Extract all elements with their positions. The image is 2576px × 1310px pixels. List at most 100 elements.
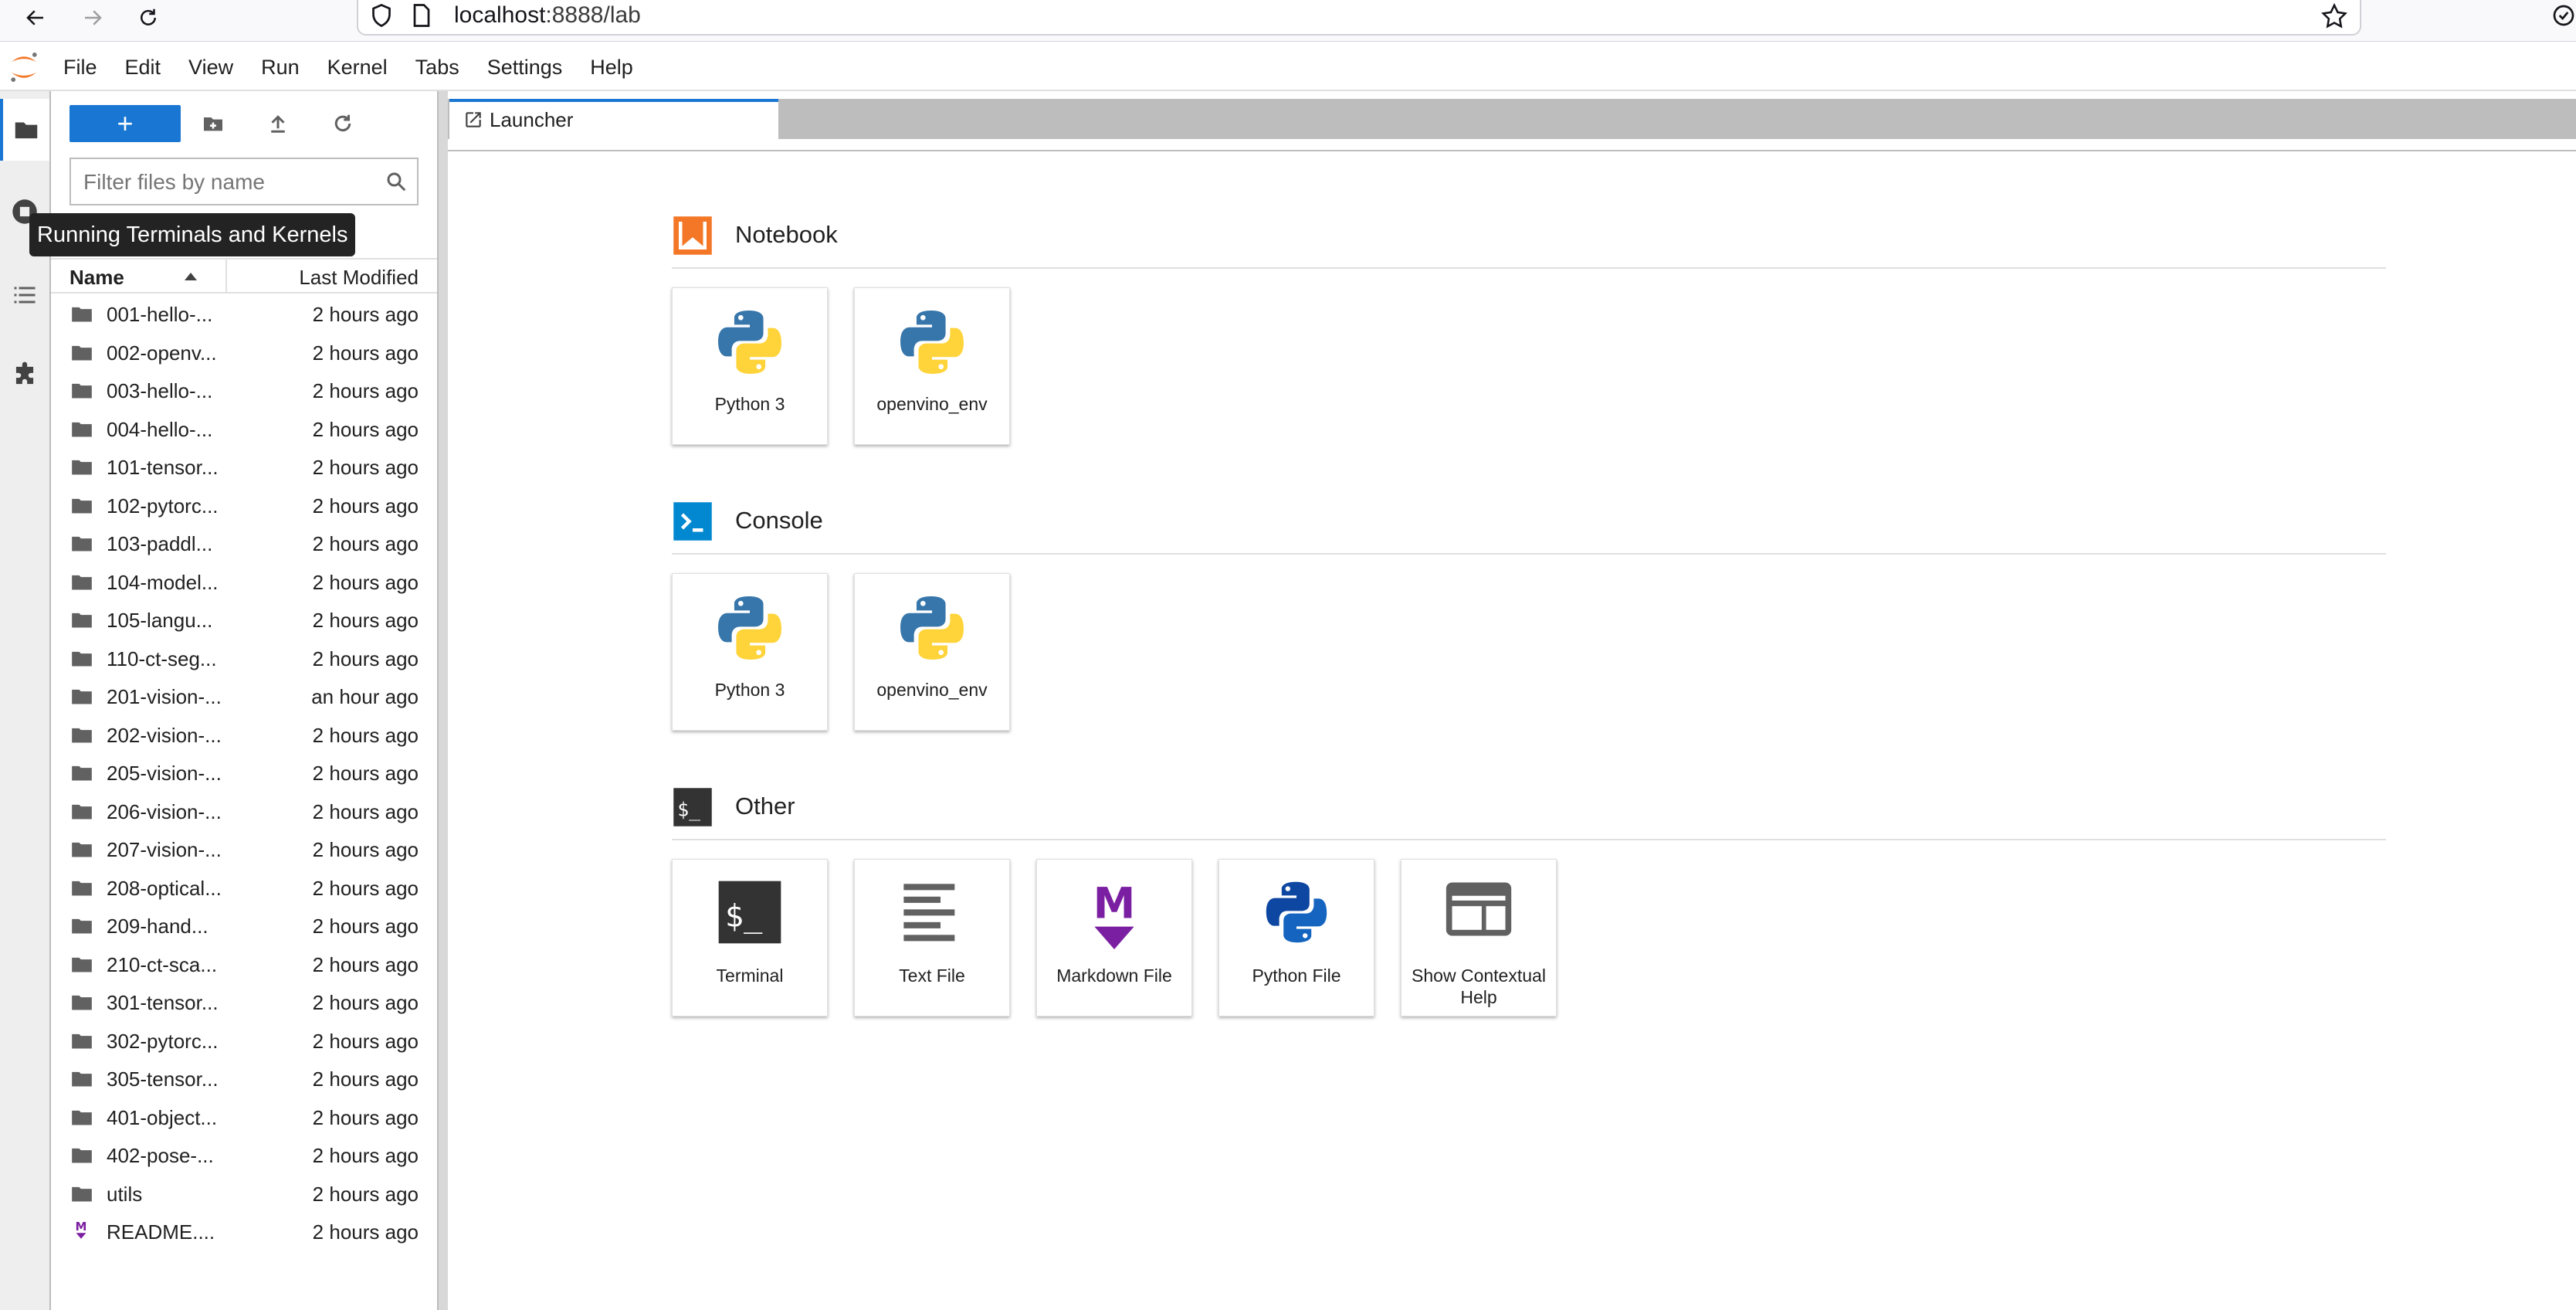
file-last-modified: 2 hours ago xyxy=(312,1182,419,1206)
notebook-openvino-card[interactable]: openvino_env xyxy=(854,287,1010,445)
card-label: Markdown File xyxy=(1056,966,1172,986)
file-row[interactable]: 101-tensor... 2 hours ago xyxy=(51,448,437,487)
forward-button[interactable] xyxy=(68,0,117,36)
file-row[interactable]: 105-langu... 2 hours ago xyxy=(51,601,437,640)
menu-tabs[interactable]: Tabs xyxy=(402,56,473,80)
file-row[interactable]: 201-vision-... an hour ago xyxy=(51,677,437,716)
new-folder-button[interactable] xyxy=(192,107,235,141)
file-browser-tab[interactable] xyxy=(0,99,49,161)
file-row[interactable]: 110-ct-seg... 2 hours ago xyxy=(51,640,437,678)
file-row[interactable]: 207-vision-... 2 hours ago xyxy=(51,830,437,869)
file-row[interactable]: 401-object... 2 hours ago xyxy=(51,1098,437,1137)
file-row[interactable]: 202-vision-... 2 hours ago xyxy=(51,716,437,755)
upload-button[interactable] xyxy=(256,107,300,141)
file-name: 207-vision-... xyxy=(107,838,222,861)
menu-help[interactable]: Help xyxy=(576,56,647,80)
file-row[interactable]: 302-pytorc... 2 hours ago xyxy=(51,1022,437,1061)
svg-text:M: M xyxy=(1093,879,1136,928)
file-row[interactable]: 208-optical... 2 hours ago xyxy=(51,869,437,908)
jupyter-logo-icon[interactable] xyxy=(6,49,42,85)
file-row[interactable]: 003-hello-... 2 hours ago xyxy=(51,372,437,410)
url-text[interactable]: localhost:8888/lab xyxy=(454,2,641,29)
bookmark-star-icon[interactable] xyxy=(2320,2,2349,31)
tab-launcher[interactable]: Launcher xyxy=(449,99,778,141)
filter-files-field xyxy=(69,158,419,205)
extension-icon[interactable] xyxy=(2551,3,2576,28)
file-row[interactable]: 001-hello-... 2 hours ago xyxy=(51,295,437,334)
reload-button[interactable] xyxy=(124,0,173,36)
file-name: README.... xyxy=(107,1220,215,1244)
menu-file[interactable]: File xyxy=(49,56,111,80)
terminal-icon: $_ xyxy=(716,878,784,946)
menu-run[interactable]: Run xyxy=(247,56,314,80)
file-row[interactable]: 103-paddl... 2 hours ago xyxy=(51,524,437,563)
file-row[interactable]: 206-vision-... 2 hours ago xyxy=(51,792,437,831)
file-row[interactable]: 305-tensor... 2 hours ago xyxy=(51,1060,437,1098)
page-info-icon[interactable] xyxy=(408,2,436,29)
file-name: 205-vision-... xyxy=(107,762,222,785)
text-file-card[interactable]: Text File xyxy=(854,859,1010,1016)
table-of-contents-tab[interactable] xyxy=(0,264,49,326)
tab-divider xyxy=(448,150,2576,151)
notebook-python3-card[interactable]: Python 3 xyxy=(672,287,828,445)
url-host: localhost xyxy=(454,2,546,28)
file-row[interactable]: 102-pytorc... 2 hours ago xyxy=(51,487,437,525)
menu-kernel[interactable]: Kernel xyxy=(314,56,402,80)
file-row[interactable]: 301-tensor... 2 hours ago xyxy=(51,983,437,1022)
contextual-help-card[interactable]: Show Contextual Help xyxy=(1401,859,1557,1016)
file-row[interactable]: 210-ct-sca... 2 hours ago xyxy=(51,945,437,984)
file-row[interactable]: 209-hand... 2 hours ago xyxy=(51,907,437,945)
launcher-section-console: Console Python 3 openvino_env xyxy=(672,499,2386,731)
file-row[interactable]: 402-pose-... 2 hours ago xyxy=(51,1136,437,1175)
markdown-icon: M xyxy=(1080,878,1148,952)
file-last-modified: 2 hours ago xyxy=(312,876,419,900)
folder-icon xyxy=(71,381,93,399)
file-last-modified: 2 hours ago xyxy=(312,1067,419,1091)
sort-ascending-icon[interactable] xyxy=(184,272,198,281)
sidebar-resize-handle[interactable] xyxy=(437,91,448,1310)
menu-settings[interactable]: Settings xyxy=(473,56,577,80)
console-openvino-card[interactable]: openvino_env xyxy=(854,573,1010,731)
folder-icon xyxy=(71,916,93,935)
file-row[interactable]: M README.... 2 hours ago xyxy=(51,1213,437,1251)
markdown-file-card[interactable]: M Markdown File xyxy=(1036,859,1192,1016)
folder-icon xyxy=(71,534,93,552)
folder-icon xyxy=(71,457,93,476)
file-row[interactable]: 002-openv... 2 hours ago xyxy=(51,334,437,372)
plus-icon: + xyxy=(117,107,134,139)
menu-edit[interactable]: Edit xyxy=(111,56,175,80)
python-file-card[interactable]: Python File xyxy=(1219,859,1374,1016)
file-name: 202-vision-... xyxy=(107,723,222,747)
section-title: Console xyxy=(735,507,823,534)
file-last-modified: 2 hours ago xyxy=(312,1220,419,1244)
folder-icon xyxy=(71,496,93,514)
file-row[interactable]: 104-model... 2 hours ago xyxy=(51,563,437,602)
python-file-icon xyxy=(1263,878,1330,946)
menu-view[interactable]: View xyxy=(175,56,247,80)
card-label: Python File xyxy=(1252,966,1341,986)
file-name: 305-tensor... xyxy=(107,1067,219,1091)
column-modified-header[interactable]: Last Modified xyxy=(299,266,419,290)
new-launcher-button[interactable]: + xyxy=(69,105,181,142)
terminal-card[interactable]: $_ Terminal xyxy=(672,859,828,1016)
card-label: Text File xyxy=(899,966,965,986)
column-divider[interactable] xyxy=(225,260,227,294)
file-last-modified: 2 hours ago xyxy=(312,762,419,785)
back-button[interactable] xyxy=(11,0,60,36)
section-divider xyxy=(672,267,2386,269)
column-name-header[interactable]: Name xyxy=(69,266,124,290)
file-row[interactable]: utils 2 hours ago xyxy=(51,1175,437,1213)
extension-manager-tab[interactable] xyxy=(0,344,49,406)
address-bar[interactable]: localhost:8888/lab xyxy=(357,0,2361,36)
file-last-modified: 2 hours ago xyxy=(312,379,419,402)
folder-icon xyxy=(71,304,93,323)
file-row[interactable]: 205-vision-... 2 hours ago xyxy=(51,754,437,792)
filter-files-input[interactable] xyxy=(83,167,377,198)
launcher-section-other: $_ Other $_ Terminal Text File M Markdow… xyxy=(672,785,2386,1016)
refresh-button[interactable] xyxy=(321,107,364,141)
console-python3-card[interactable]: Python 3 xyxy=(672,573,828,731)
file-row[interactable]: 004-hello-... 2 hours ago xyxy=(51,410,437,449)
main-dock-area: Launcher Notebook Python 3 openvino_env … xyxy=(448,91,2576,1310)
file-last-modified: 2 hours ago xyxy=(312,647,419,670)
shield-icon[interactable] xyxy=(368,2,395,29)
